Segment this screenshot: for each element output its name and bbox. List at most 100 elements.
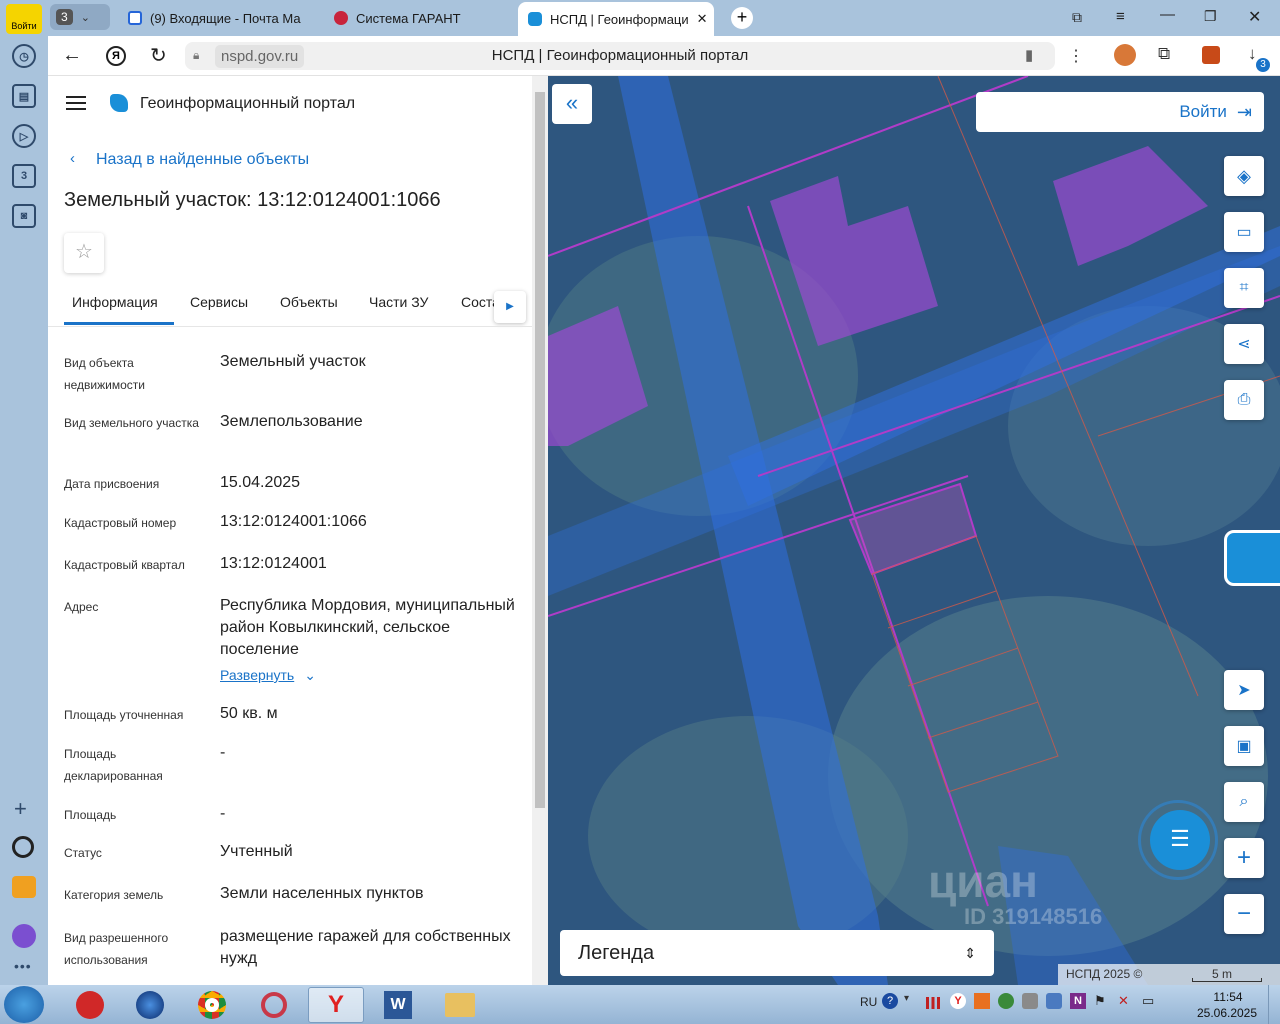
legend-dropdown[interactable]: Легенда ⇕ — [560, 930, 994, 976]
volume-muted-icon[interactable]: ✕ — [1118, 993, 1129, 1009]
chevron-down-icon: ⌄ — [304, 667, 316, 683]
restore-icon[interactable]: ❐ — [1204, 8, 1217, 25]
video-icon[interactable]: ▷ — [12, 124, 36, 148]
field-label: Площадь декларированная — [64, 747, 163, 783]
layers-button[interactable]: ◈ — [1224, 156, 1264, 196]
more-icon[interactable]: ••• — [14, 958, 32, 974]
new-tab-button[interactable]: + — [731, 7, 753, 29]
tray-arrow-icon[interactable]: ▾ — [904, 993, 909, 1004]
tab-nspd[interactable]: НСПД | Геоинформаци ✕ — [518, 2, 714, 36]
downloads-badge: 3 — [1256, 58, 1270, 72]
back-chevron-icon[interactable]: ‹ — [70, 150, 75, 167]
minus-icon: − — [1236, 900, 1251, 927]
map-view[interactable]: циан ID 319148516 « Войти ⇥ ◈ ▭ ⌗ ⋖ ⎙ ➤ ▣… — [548, 76, 1280, 985]
yandex-tray-icon[interactable]: Y — [950, 993, 966, 1009]
taskbar-app-chrome[interactable] — [184, 987, 240, 1023]
taskbar-app-explorer[interactable] — [432, 987, 488, 1023]
more-options-icon[interactable]: ⋮ — [1068, 46, 1084, 66]
messenger-icon[interactable] — [12, 924, 36, 948]
plus-icon: + — [1236, 844, 1251, 871]
tray-network-icon[interactable] — [1046, 993, 1062, 1009]
chat-button[interactable]: ☰ — [1150, 810, 1210, 870]
taskbar-app-garant[interactable] — [62, 987, 118, 1023]
object-info-panel: Геоинформационный портал ‹ Назад в найде… — [48, 76, 548, 985]
field-label: Категория земель — [64, 888, 164, 902]
collapse-panel-button[interactable]: « — [552, 84, 592, 124]
tab-objects[interactable]: Объекты — [280, 294, 338, 310]
windows-taskbar: Y W RU ? ▾ Y N ⚑ ✕ ▭ 11:54 25.06.2025 — [0, 985, 1280, 1024]
bookmark-icon[interactable]: ▮ — [1025, 46, 1033, 64]
side-widget-button[interactable] — [1224, 530, 1280, 586]
zoom-in-button[interactable]: + — [1224, 838, 1264, 878]
tray-app-icon[interactable] — [974, 993, 990, 1009]
field-label: Адрес — [64, 600, 99, 614]
tab-parts[interactable]: Части ЗУ — [369, 294, 428, 310]
language-indicator[interactable]: RU — [860, 995, 877, 1009]
field-value: 15.04.2025 — [220, 474, 301, 491]
minimap-button[interactable]: ▣ — [1224, 726, 1264, 766]
taskbar-app-c[interactable] — [246, 987, 302, 1023]
start-button[interactable] — [4, 986, 44, 1023]
screenshot-icon[interactable]: ◙ — [12, 204, 36, 228]
taskbar-app-globe[interactable] — [122, 987, 178, 1023]
navigation-arrow-icon: ➤ — [1237, 682, 1251, 699]
reload-icon[interactable]: ↻ — [150, 43, 167, 68]
clock-date[interactable]: 25.06.2025 — [1194, 1006, 1260, 1020]
menu-hamburger-icon[interactable] — [66, 96, 86, 110]
close-window-icon[interactable]: ✕ — [1248, 7, 1261, 27]
field-label: Вид объекта недвижимости — [64, 356, 145, 392]
field-label: Площадь уточненная — [64, 708, 184, 722]
signal-icon[interactable] — [926, 997, 940, 1009]
side-tabs-counter[interactable]: 3 — [12, 164, 36, 188]
clock-time[interactable]: 11:54 — [1198, 990, 1258, 1004]
help-icon[interactable]: ? — [882, 993, 898, 1009]
taskbar-app-yandex[interactable]: Y — [308, 987, 364, 1023]
address-bar[interactable]: 🔒︎ nspd.gov.ru НСПД | Геоинформационный … — [185, 42, 1055, 70]
scrollbar-track[interactable] — [532, 76, 548, 985]
history-icon[interactable]: ◷ — [12, 44, 36, 68]
geolocate-button[interactable]: ➤ — [1224, 670, 1264, 710]
mail-icon[interactable] — [12, 876, 36, 898]
watermark-brand: циан — [928, 855, 1038, 907]
downloads-icon[interactable]: ↓ — [1248, 44, 1257, 64]
expand-address-link[interactable]: Развернуть ⌄ — [220, 667, 316, 684]
flag-icon[interactable]: ⚑ — [1094, 993, 1106, 1009]
tab-services[interactable]: Сервисы — [190, 294, 248, 310]
login-button[interactable]: Войти ⇥ — [976, 92, 1264, 132]
tab-mail[interactable]: (9) Входящие - Почта Ма — [118, 4, 318, 32]
browser-login-button[interactable]: Войти — [6, 4, 42, 34]
extensions-icon[interactable]: ⧉ — [1158, 44, 1170, 64]
display-icon[interactable]: ▭ — [1142, 993, 1154, 1009]
bookmarks-panel-icon[interactable]: ⧉ — [1072, 9, 1082, 26]
tray-usb-icon[interactable] — [1022, 993, 1038, 1009]
tray-shield-icon[interactable] — [998, 993, 1014, 1009]
onenote-tray-icon[interactable]: N — [1070, 993, 1086, 1009]
addon-icon[interactable] — [1202, 46, 1220, 64]
tab-group-button[interactable]: 3 ⌄ — [50, 4, 110, 30]
measure-button[interactable]: ▭ — [1224, 212, 1264, 252]
share-button[interactable]: ⋖ — [1224, 324, 1264, 364]
scrollbar-thumb[interactable] — [535, 92, 545, 808]
close-tab-icon[interactable]: ✕ — [697, 11, 708, 27]
favorite-star-button[interactable]: ☆ — [64, 233, 104, 273]
location-search-button[interactable]: ⌕ — [1224, 782, 1264, 822]
print-button[interactable]: ⎙ — [1224, 380, 1264, 420]
alice-icon[interactable] — [12, 836, 34, 858]
minimize-icon[interactable]: — — [1160, 6, 1175, 23]
back-icon[interactable]: ← — [62, 44, 82, 67]
area-search-button[interactable]: ⌗ — [1224, 268, 1264, 308]
watermark-id: ID 319148516 — [964, 904, 1103, 929]
back-to-results-link[interactable]: Назад в найденные объекты — [96, 151, 309, 169]
menu-icon[interactable]: ≡ — [1116, 8, 1125, 25]
show-desktop-button[interactable] — [1268, 985, 1280, 1024]
taskbar-app-word[interactable]: W — [370, 987, 426, 1023]
tab-garant[interactable]: Система ГАРАНТ — [324, 4, 514, 32]
mail-favicon-icon — [128, 11, 142, 25]
collections-icon[interactable]: ▤ — [12, 84, 36, 108]
add-icon[interactable]: + — [14, 796, 27, 822]
zoom-out-button[interactable]: − — [1224, 894, 1264, 934]
tabs-scroll-right-button[interactable]: ▶ — [494, 291, 526, 323]
extension-avatar-icon[interactable] — [1114, 44, 1136, 66]
yandex-icon[interactable]: Я — [106, 46, 126, 66]
tab-info[interactable]: Информация — [72, 294, 158, 310]
